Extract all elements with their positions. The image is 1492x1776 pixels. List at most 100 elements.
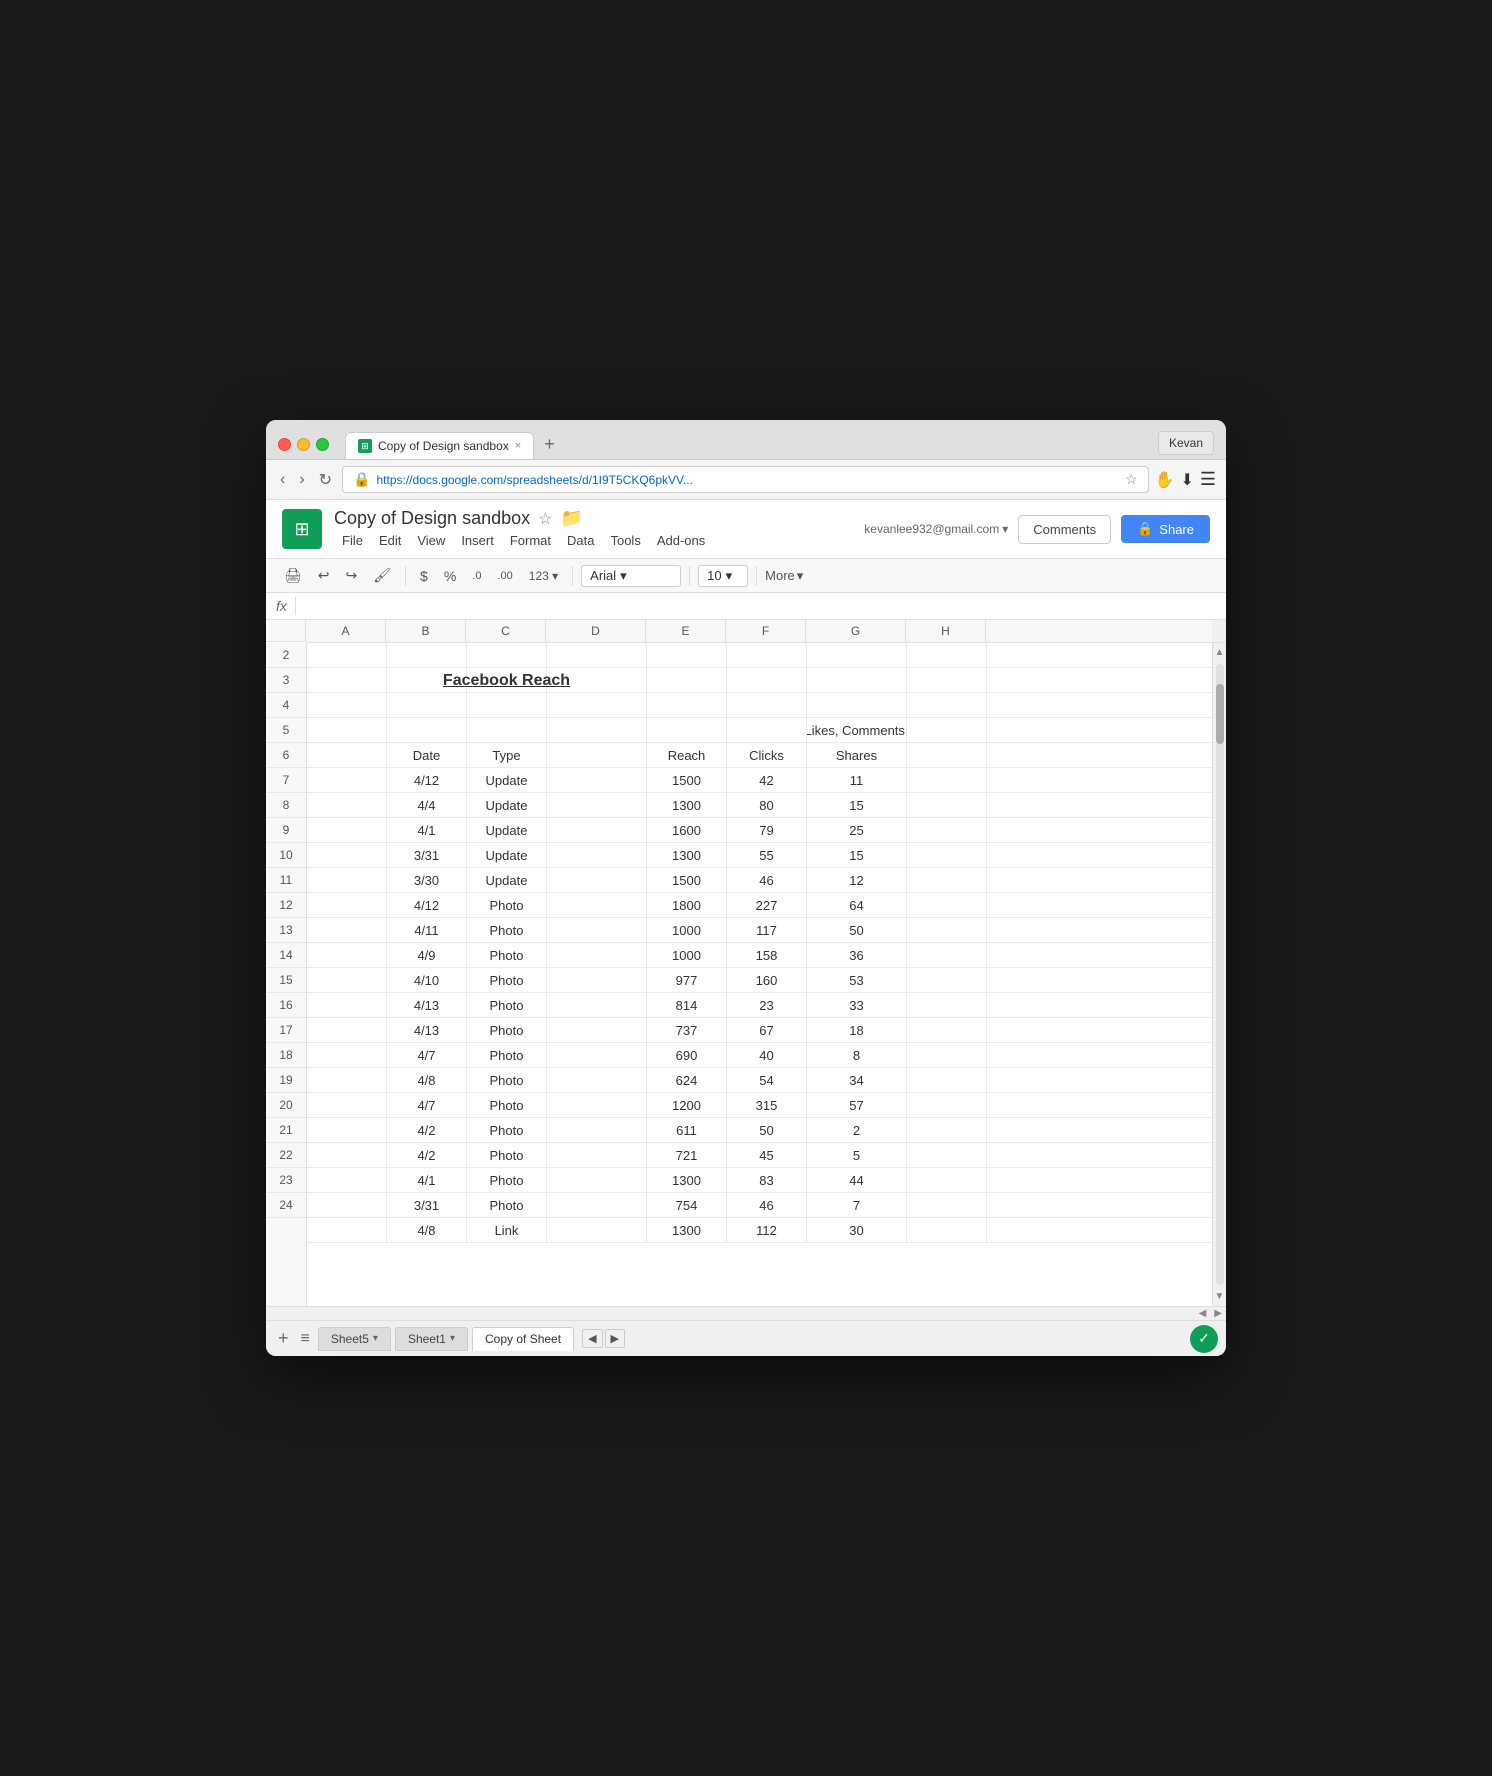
cell-20-7[interactable] <box>907 1118 987 1143</box>
cell-6-1[interactable]: 4/12 <box>387 768 467 793</box>
cell-23-5[interactable]: 46 <box>727 1193 807 1218</box>
cell-2-1[interactable] <box>387 643 467 668</box>
col-header-e[interactable]: E <box>646 620 726 642</box>
horizontal-scrollbar[interactable]: ◀ ▶ <box>266 1306 1226 1320</box>
sheet-tab-sheet1[interactable]: Sheet1 ▾ <box>395 1327 468 1351</box>
cell-22-0[interactable] <box>307 1168 387 1193</box>
cell-16-6[interactable]: 18 <box>807 1018 907 1043</box>
cell-4-0[interactable] <box>307 693 387 718</box>
cell-15-6[interactable]: 33 <box>807 993 907 1018</box>
cell-23-2[interactable]: Photo <box>467 1193 547 1218</box>
cell-12-6[interactable]: 50 <box>807 918 907 943</box>
cell-3-0[interactable] <box>307 668 387 693</box>
cell-13-0[interactable] <box>307 943 387 968</box>
cell-5-2[interactable] <box>467 718 547 743</box>
menu-icon[interactable]: ☰ <box>1200 469 1216 490</box>
cell-9-4[interactable]: 1300 <box>647 843 727 868</box>
cell-11-4[interactable]: 1800 <box>647 893 727 918</box>
cell-18-3[interactable] <box>547 1068 647 1093</box>
undo-button[interactable]: ↩ <box>312 563 336 588</box>
cell-22-3[interactable] <box>547 1168 647 1193</box>
menu-file[interactable]: File <box>334 531 371 550</box>
header-cell-2[interactable]: Type <box>467 743 547 768</box>
row-number-8[interactable]: 8 <box>266 793 306 818</box>
cell-23-1[interactable]: 3/31 <box>387 1193 467 1218</box>
cell-22-7[interactable] <box>907 1168 987 1193</box>
row-number-12[interactable]: 12 <box>266 893 306 918</box>
cell-22-2[interactable]: Photo <box>467 1168 547 1193</box>
cell-19-6[interactable]: 57 <box>807 1093 907 1118</box>
cell-15-7[interactable] <box>907 993 987 1018</box>
cell-4-4[interactable] <box>647 693 727 718</box>
cell-7-3[interactable] <box>547 793 647 818</box>
cell-11-5[interactable]: 227 <box>727 893 807 918</box>
cell-6-3[interactable] <box>547 768 647 793</box>
cell-12-7[interactable] <box>907 918 987 943</box>
cell-10-0[interactable] <box>307 868 387 893</box>
cell-7-2[interactable]: Update <box>467 793 547 818</box>
menu-data[interactable]: Data <box>559 531 602 550</box>
menu-tools[interactable]: Tools <box>602 531 648 550</box>
row-number-13[interactable]: 13 <box>266 918 306 943</box>
cell-22-6[interactable]: 44 <box>807 1168 907 1193</box>
cell-23-4[interactable]: 754 <box>647 1193 727 1218</box>
vertical-scrollbar[interactable]: ▲ ▼ <box>1212 643 1226 1306</box>
cell-14-4[interactable]: 977 <box>647 968 727 993</box>
cell-4-6[interactable] <box>807 693 907 718</box>
cell-13-3[interactable] <box>547 943 647 968</box>
cell-2-7[interactable] <box>907 643 987 668</box>
sheet1-dropdown[interactable]: ▾ <box>450 1333 455 1344</box>
cell-11-7[interactable] <box>907 893 987 918</box>
cell-23-6[interactable]: 7 <box>807 1193 907 1218</box>
cell-5-3[interactable] <box>547 718 647 743</box>
cell-5-5[interactable] <box>727 718 807 743</box>
cell-14-6[interactable]: 53 <box>807 968 907 993</box>
cell-15-0[interactable] <box>307 993 387 1018</box>
more-button[interactable]: More ▾ <box>765 568 803 584</box>
cell-24-7[interactable] <box>907 1218 987 1243</box>
cell-2-3[interactable] <box>547 643 647 668</box>
url-bar[interactable]: 🔒 https://docs.google.com/spreadsheets/d… <box>342 466 1148 493</box>
row-number-21[interactable]: 21 <box>266 1118 306 1143</box>
font-selector[interactable]: Arial ▾ <box>581 565 681 587</box>
cell-22-5[interactable]: 83 <box>727 1168 807 1193</box>
cell-8-5[interactable]: 79 <box>727 818 807 843</box>
row-number-2[interactable]: 2 <box>266 643 306 668</box>
user-email[interactable]: kevanlee932@gmail.com ▾ <box>864 522 1008 536</box>
cell-21-0[interactable] <box>307 1143 387 1168</box>
profile-button[interactable]: Kevan <box>1158 431 1214 455</box>
cell-5-7[interactable] <box>907 718 987 743</box>
cell-14-5[interactable]: 160 <box>727 968 807 993</box>
decimal-more-button[interactable]: .00 <box>491 566 518 586</box>
menu-edit[interactable]: Edit <box>371 531 409 550</box>
tab-prev-button[interactable]: ◀ <box>582 1329 602 1348</box>
header-cell-7[interactable] <box>907 743 987 768</box>
row-number-9[interactable]: 9 <box>266 818 306 843</box>
cell-9-5[interactable]: 55 <box>727 843 807 868</box>
cell-18-5[interactable]: 54 <box>727 1068 807 1093</box>
cell-10-1[interactable]: 3/30 <box>387 868 467 893</box>
star-button[interactable]: ☆ <box>538 509 552 529</box>
scroll-up-arrow[interactable]: ▲ <box>1215 643 1225 662</box>
likes-header[interactable]: Likes, Comments, <box>807 718 907 743</box>
cell-9-7[interactable] <box>907 843 987 868</box>
row-number-4[interactable]: 4 <box>266 693 306 718</box>
cell-18-0[interactable] <box>307 1068 387 1093</box>
bookmark-icon[interactable]: ☆ <box>1125 471 1138 488</box>
cell-15-4[interactable]: 814 <box>647 993 727 1018</box>
cell-16-3[interactable] <box>547 1018 647 1043</box>
cell-16-5[interactable]: 67 <box>727 1018 807 1043</box>
cell-18-4[interactable]: 624 <box>647 1068 727 1093</box>
cell-6-6[interactable]: 11 <box>807 768 907 793</box>
cell-10-5[interactable]: 46 <box>727 868 807 893</box>
cell-19-0[interactable] <box>307 1093 387 1118</box>
cell-8-6[interactable]: 25 <box>807 818 907 843</box>
active-tab[interactable]: Copy of Design sandbox × <box>345 432 534 459</box>
cell-17-6[interactable]: 8 <box>807 1043 907 1068</box>
cell-20-4[interactable]: 611 <box>647 1118 727 1143</box>
grid-content[interactable]: Facebook ReachLikes, Comments,DateTypeRe… <box>307 643 1212 1306</box>
cell-11-2[interactable]: Photo <box>467 893 547 918</box>
cell-2-6[interactable] <box>807 643 907 668</box>
cell-8-0[interactable] <box>307 818 387 843</box>
cell-24-6[interactable]: 30 <box>807 1218 907 1243</box>
